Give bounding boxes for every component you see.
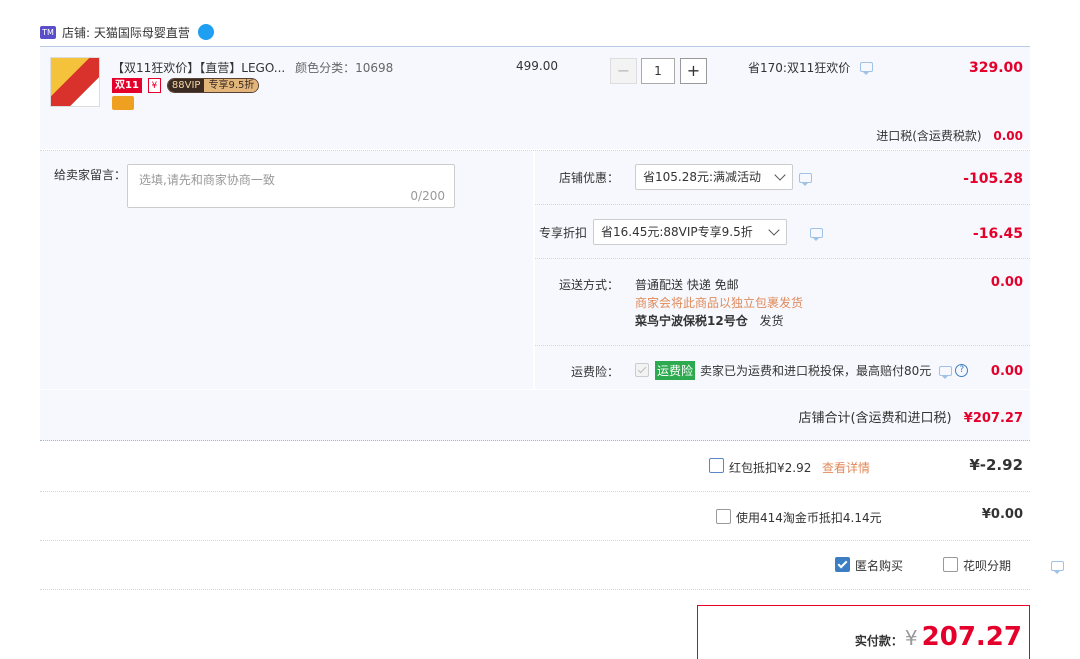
shop-total: 店铺合计(含运费和进口税) ¥207.27 bbox=[798, 407, 1023, 426]
insurance-label: 运费险： bbox=[571, 365, 620, 379]
vip-discount-select[interactable]: 省16.45元:88VIP专享9.5折 bbox=[593, 219, 787, 245]
shop-name[interactable]: 店铺: 天猫国际母婴直营 bbox=[62, 24, 190, 41]
message-label: 给卖家留言： bbox=[54, 168, 127, 182]
product-sku: 颜色分类：10698 bbox=[295, 61, 394, 75]
red-packet-value: ¥-2.92 bbox=[969, 456, 1023, 474]
vip-tag: 88VIP 专享9.5折 bbox=[166, 77, 260, 93]
import-tax-value: 0.00 bbox=[993, 129, 1023, 143]
chat-icon[interactable] bbox=[809, 228, 823, 241]
shipping-warehouse: 菜鸟宁波保税12号仓 发货 bbox=[635, 312, 784, 329]
insurance-info: 运费险 卖家已为运费和进口税投保，最高赔付80元 ? bbox=[655, 361, 969, 380]
insurance-value: 0.00 bbox=[990, 364, 1023, 379]
product-tags: 双11 ¥ 88VIP 专享9.5折 bbox=[112, 77, 260, 93]
insurance-checkbox[interactable] bbox=[635, 363, 649, 377]
unit-price: 499.00 bbox=[516, 59, 558, 73]
quantity-input[interactable]: 1 bbox=[641, 58, 675, 84]
item-subtotal: 329.00 bbox=[968, 60, 1023, 76]
coins-value: ¥0.00 bbox=[981, 507, 1023, 522]
quantity-minus-button[interactable]: − bbox=[610, 58, 637, 84]
vip-tag-label: 88VIP bbox=[167, 78, 205, 92]
pay-total: 实付款： ¥ 207.27 bbox=[855, 622, 1022, 652]
card-icon bbox=[112, 96, 134, 110]
coins-label: 使用414淘金币抵扣4.14元 bbox=[736, 511, 882, 525]
vip-discount-label: 专享折扣 bbox=[539, 226, 588, 240]
insurance-tag: 运费险 bbox=[655, 361, 696, 380]
vip-discount-selected: 省16.45元:88VIP专享9.5折 bbox=[601, 225, 753, 239]
shipping-method: 普通配送 快递 免邮 bbox=[635, 278, 739, 292]
import-tax-label: 进口税(含运费税款) bbox=[876, 129, 982, 143]
red-packet-checkbox[interactable] bbox=[709, 458, 724, 473]
promo-text: 省170:双11狂欢价 bbox=[748, 59, 874, 76]
shop-discount-select[interactable]: 省105.28元:满减活动 bbox=[635, 164, 793, 190]
shop-total-value: ¥207.27 bbox=[963, 411, 1023, 426]
product-thumbnail[interactable] bbox=[50, 57, 100, 107]
tmall-icon: TM bbox=[40, 25, 56, 39]
shipping-value: 0.00 bbox=[990, 275, 1023, 290]
ship-text: 发货 bbox=[759, 314, 784, 328]
shop-header: TM 店铺: 天猫国际母婴直营 bbox=[40, 22, 214, 42]
message-input[interactable]: 选填,请先和商家协商一致 0/200 bbox=[127, 164, 455, 208]
anonymous-label: 匿名购买 bbox=[855, 559, 904, 573]
pay-label: 实付款： bbox=[854, 634, 903, 648]
coins-checkbox[interactable] bbox=[716, 509, 731, 524]
checkmark-icon bbox=[637, 364, 647, 374]
vip-tag-discount: 专享9.5折 bbox=[204, 78, 259, 92]
checkmark-icon bbox=[837, 558, 848, 569]
shipping-note: 商家会将此商品以独立包裹发货 bbox=[635, 296, 804, 310]
promo-label: 省170:双11狂欢价 bbox=[748, 61, 851, 75]
anonymous-checkbox[interactable] bbox=[835, 557, 850, 572]
insurance-desc: 卖家已为运费和进口税投保，最高赔付80元 bbox=[700, 364, 932, 378]
message-counter: 0/200 bbox=[410, 189, 445, 203]
import-tax: 进口税(含运费税款) 0.00 bbox=[876, 127, 1023, 144]
chat-icon[interactable] bbox=[939, 365, 953, 379]
chat-icon[interactable] bbox=[860, 62, 874, 75]
shop-discount-selected: 省105.28元:满减活动 bbox=[643, 170, 762, 184]
chevron-down-icon bbox=[768, 224, 780, 236]
quantity-plus-button[interactable]: + bbox=[680, 58, 707, 84]
pay-amount: 207.27 bbox=[921, 622, 1022, 652]
product-title-text[interactable]: 【双11狂欢价】【直营】LEGO... bbox=[112, 61, 285, 75]
chat-icon[interactable] bbox=[799, 173, 812, 186]
chat-icon[interactable] bbox=[1050, 561, 1064, 574]
quantity-stepper: − 1 + bbox=[610, 58, 707, 84]
wangwang-icon[interactable] bbox=[197, 24, 214, 40]
pay-currency: ¥ bbox=[904, 626, 918, 650]
shop-total-label: 店铺合计(含运费和进口税) bbox=[798, 411, 952, 426]
red-packet-label: 红包抵扣¥2.92 bbox=[729, 461, 812, 475]
shop-discount-label: 店铺优惠： bbox=[559, 171, 620, 185]
double11-tag: 双11 bbox=[112, 77, 142, 93]
chevron-down-icon bbox=[774, 169, 786, 181]
installment-label: 花呗分期 bbox=[963, 559, 1012, 573]
shipping-label: 运送方式： bbox=[559, 278, 620, 292]
vip-discount-value: -16.45 bbox=[972, 226, 1023, 242]
message-placeholder: 选填,请先和商家协商一致 bbox=[139, 173, 275, 187]
red-packet-details-link[interactable]: 查看详情 bbox=[822, 459, 870, 476]
warehouse-name: 菜鸟宁波保税12号仓 bbox=[635, 314, 748, 328]
product-title[interactable]: 【双11狂欢价】【直营】LEGO... 颜色分类：10698 bbox=[112, 59, 393, 76]
yuan-tag: ¥ bbox=[147, 77, 161, 93]
installment-checkbox[interactable] bbox=[943, 557, 958, 572]
shop-discount-value: -105.28 bbox=[963, 171, 1023, 187]
help-icon[interactable]: ? bbox=[955, 364, 969, 377]
